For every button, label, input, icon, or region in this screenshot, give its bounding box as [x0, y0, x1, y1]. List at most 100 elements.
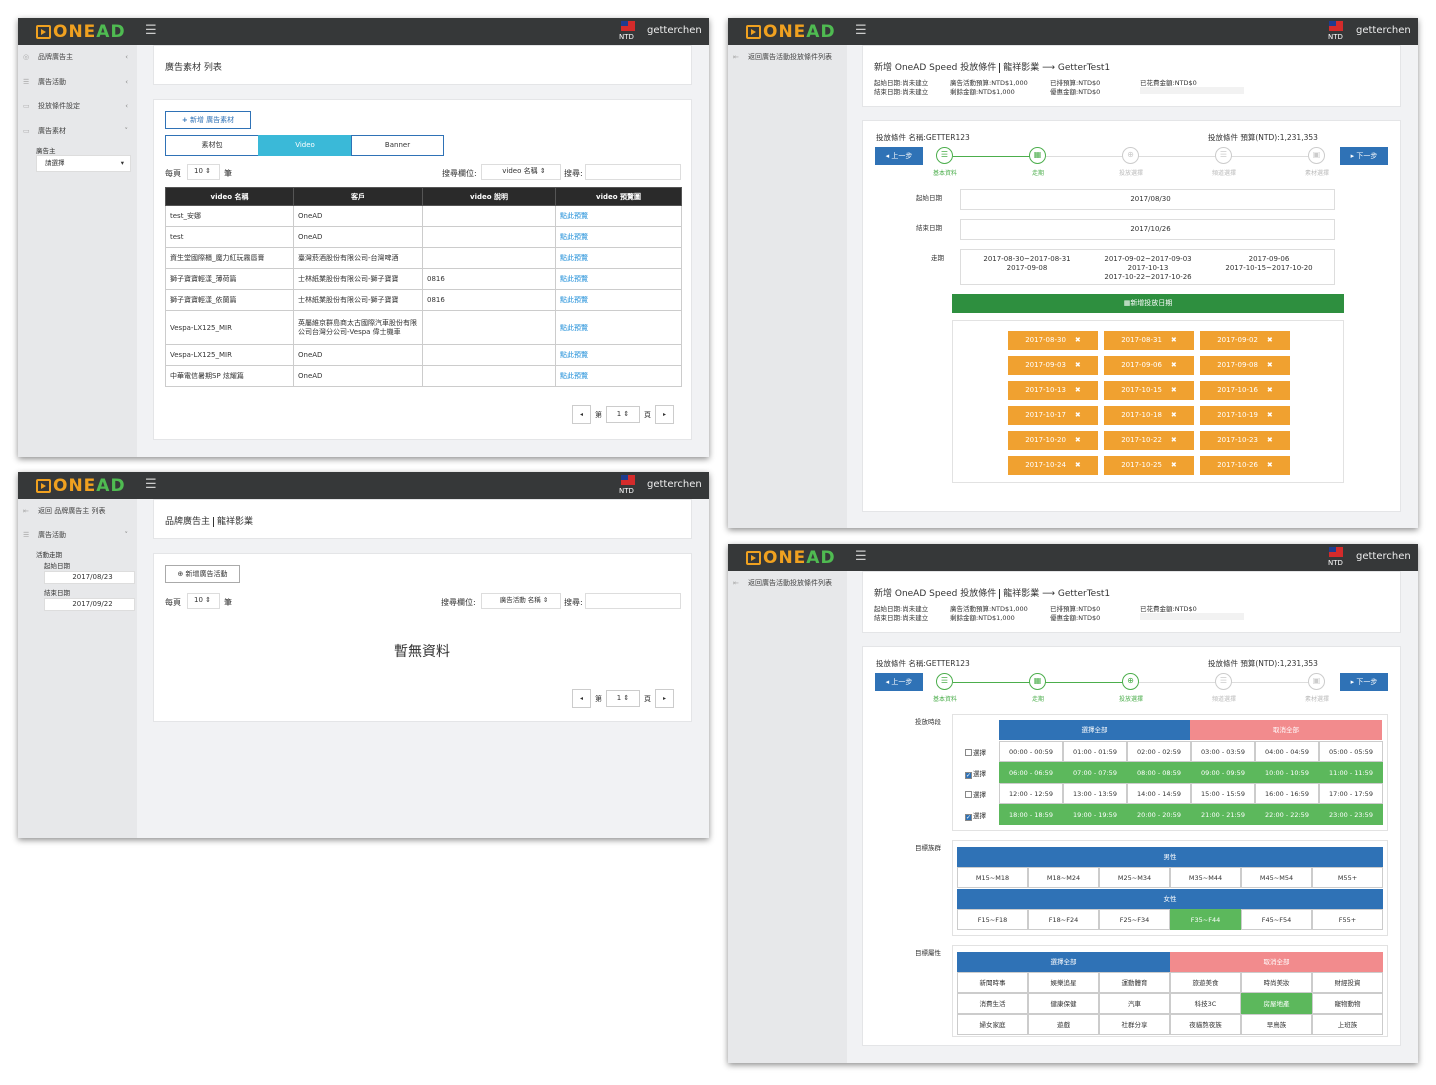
attribute-option[interactable]: 早鳥族: [1241, 1014, 1312, 1035]
time-slot[interactable]: 00:00 - 00:59: [999, 741, 1063, 762]
table-row[interactable]: Vespa-LX125_MIR OneAD 點此預覽: [165, 344, 682, 366]
table-row[interactable]: test OneAD 點此預覽: [165, 226, 682, 248]
per-page-select[interactable]: 10 ⇕: [187, 593, 220, 609]
row-select-checkbox[interactable]: 選擇: [965, 747, 986, 757]
audience-female-option[interactable]: F45~F54: [1241, 909, 1312, 930]
close-icon[interactable]: ✖: [1267, 461, 1273, 469]
time-slot[interactable]: 20:00 - 20:59: [1127, 804, 1191, 825]
col-video-desc[interactable]: video 說明: [422, 187, 556, 206]
row-select-checkbox[interactable]: 選擇: [965, 789, 986, 799]
tab-video[interactable]: Video: [258, 135, 352, 156]
date-tag[interactable]: 2017-08-30 ✖: [1008, 331, 1098, 350]
sidebar-item-campaign[interactable]: ☰ 廣告活動 ˅: [18, 528, 137, 542]
close-icon[interactable]: ✖: [1267, 386, 1273, 394]
audience-male-option[interactable]: M15~M18: [957, 867, 1028, 888]
attribute-option[interactable]: 新聞時事: [957, 972, 1028, 993]
search-field-select[interactable]: 廣告活動 名稱 ⇕: [481, 593, 561, 609]
add-material-button[interactable]: + 新增 廣告素材: [165, 111, 251, 129]
username[interactable]: getterchen: [647, 25, 702, 36]
close-icon[interactable]: ✖: [1171, 436, 1177, 444]
time-slot[interactable]: 09:00 - 09:59: [1191, 762, 1255, 783]
time-slot[interactable]: 06:00 - 06:59: [999, 762, 1063, 783]
username[interactable]: getterchen: [1356, 551, 1411, 562]
cell-preview-link[interactable]: 點此預覽: [555, 205, 682, 227]
cell-preview-link[interactable]: 點此預覽: [555, 344, 682, 366]
date-tag[interactable]: 2017-10-25 ✖: [1104, 456, 1194, 475]
table-row[interactable]: Vespa-LX125_MIR 英屬維京群島商太古國際汽車股份有限公司台灣分公司-…: [165, 310, 682, 345]
cell-preview-link[interactable]: 點此預覽: [555, 365, 682, 387]
next-page-button[interactable]: ▸: [655, 405, 674, 424]
time-slot[interactable]: 19:00 - 19:59: [1063, 804, 1127, 825]
sidebar-item-campaign[interactable]: ☰ 廣告活動 ‹: [18, 75, 137, 89]
close-icon[interactable]: ✖: [1171, 336, 1177, 344]
col-video-preview[interactable]: video 預覽圖: [555, 187, 682, 206]
audience-female-option[interactable]: F55+: [1312, 909, 1383, 930]
time-slot[interactable]: 07:00 - 07:59: [1063, 762, 1127, 783]
col-client[interactable]: 客戶: [293, 187, 423, 206]
close-icon[interactable]: ✖: [1171, 411, 1177, 419]
next-step-button[interactable]: ▸ 下一步: [1340, 147, 1388, 165]
next-step-button[interactable]: ▸ 下一步: [1340, 673, 1388, 691]
cell-preview-link[interactable]: 點此預覽: [555, 289, 682, 311]
page-input[interactable]: 1 ⇕: [606, 690, 640, 707]
time-cancel-all-button[interactable]: 取消全部: [1190, 720, 1382, 740]
date-tag[interactable]: 2017-09-08 ✖: [1200, 356, 1290, 375]
close-icon[interactable]: ✖: [1171, 386, 1177, 394]
date-tag[interactable]: 2017-09-03 ✖: [1008, 356, 1098, 375]
step-period-icon[interactable]: ▦: [1029, 673, 1046, 690]
time-slot[interactable]: 12:00 - 12:59: [999, 783, 1063, 804]
audience-male-option[interactable]: M45~M54: [1241, 867, 1312, 888]
checkbox-icon[interactable]: [965, 749, 972, 756]
row-select-checkbox[interactable]: ✓ 選擇: [965, 768, 986, 779]
audience-female-option[interactable]: F25~F34: [1099, 909, 1170, 930]
start-date-input[interactable]: 2017/08/23: [44, 571, 135, 584]
date-tag[interactable]: 2017-10-22 ✖: [1104, 431, 1194, 450]
time-slot[interactable]: 16:00 - 16:59: [1255, 783, 1319, 804]
per-page-select[interactable]: 10 ⇕: [187, 164, 220, 180]
time-select-all-button[interactable]: 選擇全部: [999, 720, 1190, 740]
date-tag[interactable]: 2017-10-24 ✖: [1008, 456, 1098, 475]
end-date-input[interactable]: 2017/10/26: [960, 219, 1335, 240]
time-slot[interactable]: 05:00 - 05:59: [1319, 741, 1383, 762]
female-header[interactable]: 女性: [957, 889, 1383, 909]
attr-cancel-all-button[interactable]: 取消全部: [1170, 952, 1383, 972]
add-campaign-button[interactable]: ⊕ 新增廣告活動: [165, 565, 240, 583]
username[interactable]: getterchen: [1356, 25, 1411, 36]
date-tag[interactable]: 2017-10-17 ✖: [1008, 406, 1098, 425]
back-to-advertisers-link[interactable]: ⇤ 返回 品牌廣告主 列表: [18, 504, 137, 518]
close-icon[interactable]: ✖: [1267, 436, 1273, 444]
sidebar-item-material[interactable]: ▭ 廣告素材 ˅: [18, 124, 137, 138]
prev-page-button[interactable]: ◂: [572, 405, 591, 424]
page-input[interactable]: 1 ⇕: [606, 406, 640, 423]
time-slot[interactable]: 22:00 - 22:59: [1255, 804, 1319, 825]
male-header[interactable]: 男性: [957, 847, 1383, 867]
time-slot[interactable]: 10:00 - 10:59: [1255, 762, 1319, 783]
time-slot[interactable]: 02:00 - 02:59: [1127, 741, 1191, 762]
date-tag[interactable]: 2017-08-31 ✖: [1104, 331, 1194, 350]
attribute-option[interactable]: 時尚美妝: [1241, 972, 1312, 993]
step-targeting-icon[interactable]: ⊕: [1122, 147, 1139, 164]
cell-preview-link[interactable]: 點此預覽: [555, 247, 682, 269]
attribute-option[interactable]: 健康保健: [1028, 993, 1099, 1014]
audience-male-option[interactable]: M18~M24: [1028, 867, 1099, 888]
close-icon[interactable]: ✖: [1171, 461, 1177, 469]
search-input[interactable]: [585, 164, 681, 180]
prev-page-button[interactable]: ◂: [572, 689, 591, 708]
time-slot[interactable]: 18:00 - 18:59: [999, 804, 1063, 825]
add-date-button[interactable]: ▦新增投放日期: [952, 294, 1344, 313]
step-targeting-icon[interactable]: ⊕: [1122, 673, 1139, 690]
advertiser-select[interactable]: 請選擇 ▾: [36, 155, 131, 172]
close-icon[interactable]: ✖: [1267, 336, 1273, 344]
table-row[interactable]: 獅子寶寶輕漾_依蘭篇 士林紙業股份有限公司-獅子寶寶 0816 點此預覽: [165, 289, 682, 311]
next-page-button[interactable]: ▸: [655, 689, 674, 708]
cell-preview-link[interactable]: 點此預覽: [555, 226, 682, 248]
step-period-icon[interactable]: ▦: [1029, 147, 1046, 164]
attribute-option[interactable]: 科技3C: [1170, 993, 1241, 1014]
time-slot[interactable]: 21:00 - 21:59: [1191, 804, 1255, 825]
date-tag[interactable]: 2017-09-02 ✖: [1200, 331, 1290, 350]
attribute-option[interactable]: 遊戲: [1028, 1014, 1099, 1035]
table-scroll[interactable]: video 名稱 客戶 video 說明 video 預覽圖 test_安娜 On…: [165, 187, 682, 400]
time-slot[interactable]: 17:00 - 17:59: [1319, 783, 1383, 804]
time-slot[interactable]: 13:00 - 13:59: [1063, 783, 1127, 804]
close-icon[interactable]: ✖: [1075, 361, 1081, 369]
